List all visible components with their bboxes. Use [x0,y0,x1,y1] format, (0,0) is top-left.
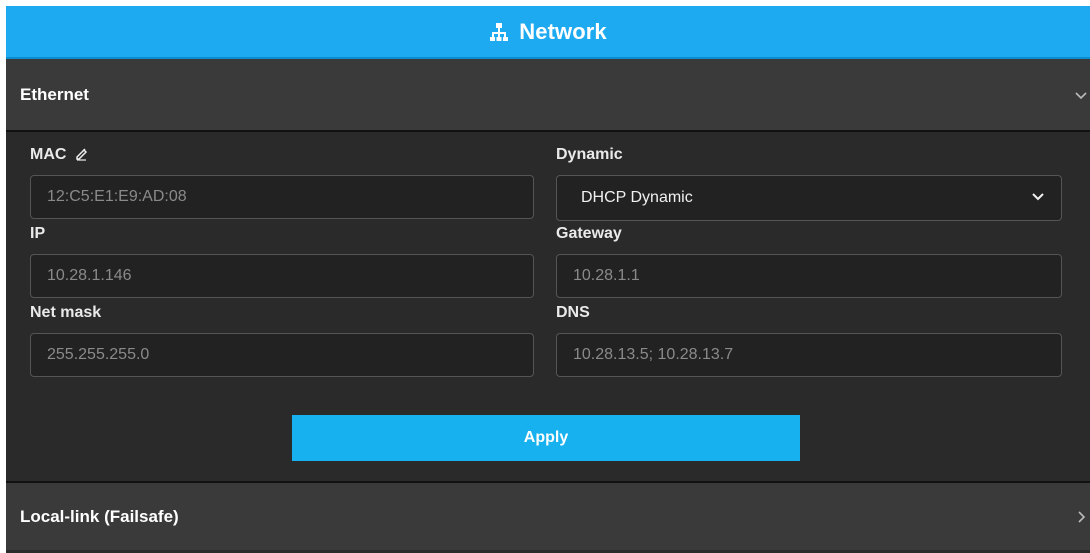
dynamic-field: Dynamic DHCP Dynamic [556,145,1062,221]
ethernet-title: Ethernet [20,84,89,104]
ethernet-panel: MAC 12:C5:E1:E9:AD:08 Dynamic DHCP Dynam… [6,132,1090,481]
network-header: Network [6,6,1090,59]
ip-field: IP 10.28.1.146 [30,224,534,298]
mac-field: MAC 12:C5:E1:E9:AD:08 [30,145,534,219]
chevron-down-icon [1031,189,1045,208]
netmask-label: Net mask [30,304,102,321]
local-link-section-toggle[interactable]: Local-link (Failsafe) [6,483,1090,550]
ip-label: IP [30,225,46,242]
ip-input[interactable]: 10.28.1.146 [30,254,534,298]
network-panel: Network Ethernet MAC 12:C5:E1:E9:AD:08 D… [6,6,1090,553]
dns-label: DNS [556,304,590,321]
dns-value: 10.28.13.5; 10.28.13.7 [573,346,734,363]
apply-button[interactable]: Apply [292,415,800,461]
local-link-title: Local-link (Failsafe) [20,506,179,526]
gateway-field: Gateway 10.28.1.1 [556,224,1062,298]
netmask-field: Net mask 255.255.255.0 [30,303,534,377]
gateway-label: Gateway [556,225,622,242]
pencil-icon[interactable] [74,145,90,166]
netmask-input[interactable]: 255.255.255.0 [30,333,534,377]
ip-value: 10.28.1.146 [47,267,132,284]
chevron-right-icon [1074,510,1088,524]
dns-field: DNS 10.28.13.5; 10.28.13.7 [556,303,1062,377]
mac-value: 12:C5:E1:E9:AD:08 [47,188,187,205]
chevron-down-icon [1074,88,1088,102]
dynamic-label: Dynamic [556,146,623,163]
dns-input[interactable]: 10.28.13.5; 10.28.13.7 [556,333,1062,377]
netmask-value: 255.255.255.0 [47,346,150,363]
network-title: Network [519,18,607,44]
network-icon [489,22,509,42]
gateway-value: 10.28.1.1 [573,267,640,284]
mac-input[interactable]: 12:C5:E1:E9:AD:08 [30,175,534,219]
dynamic-selected-value: DHCP Dynamic [581,189,693,206]
dynamic-select[interactable]: DHCP Dynamic [556,175,1062,221]
gateway-input[interactable]: 10.28.1.1 [556,254,1062,298]
mac-label-row: MAC [30,145,534,165]
mac-label: MAC [30,146,67,163]
ethernet-section-toggle[interactable]: Ethernet [6,59,1090,130]
